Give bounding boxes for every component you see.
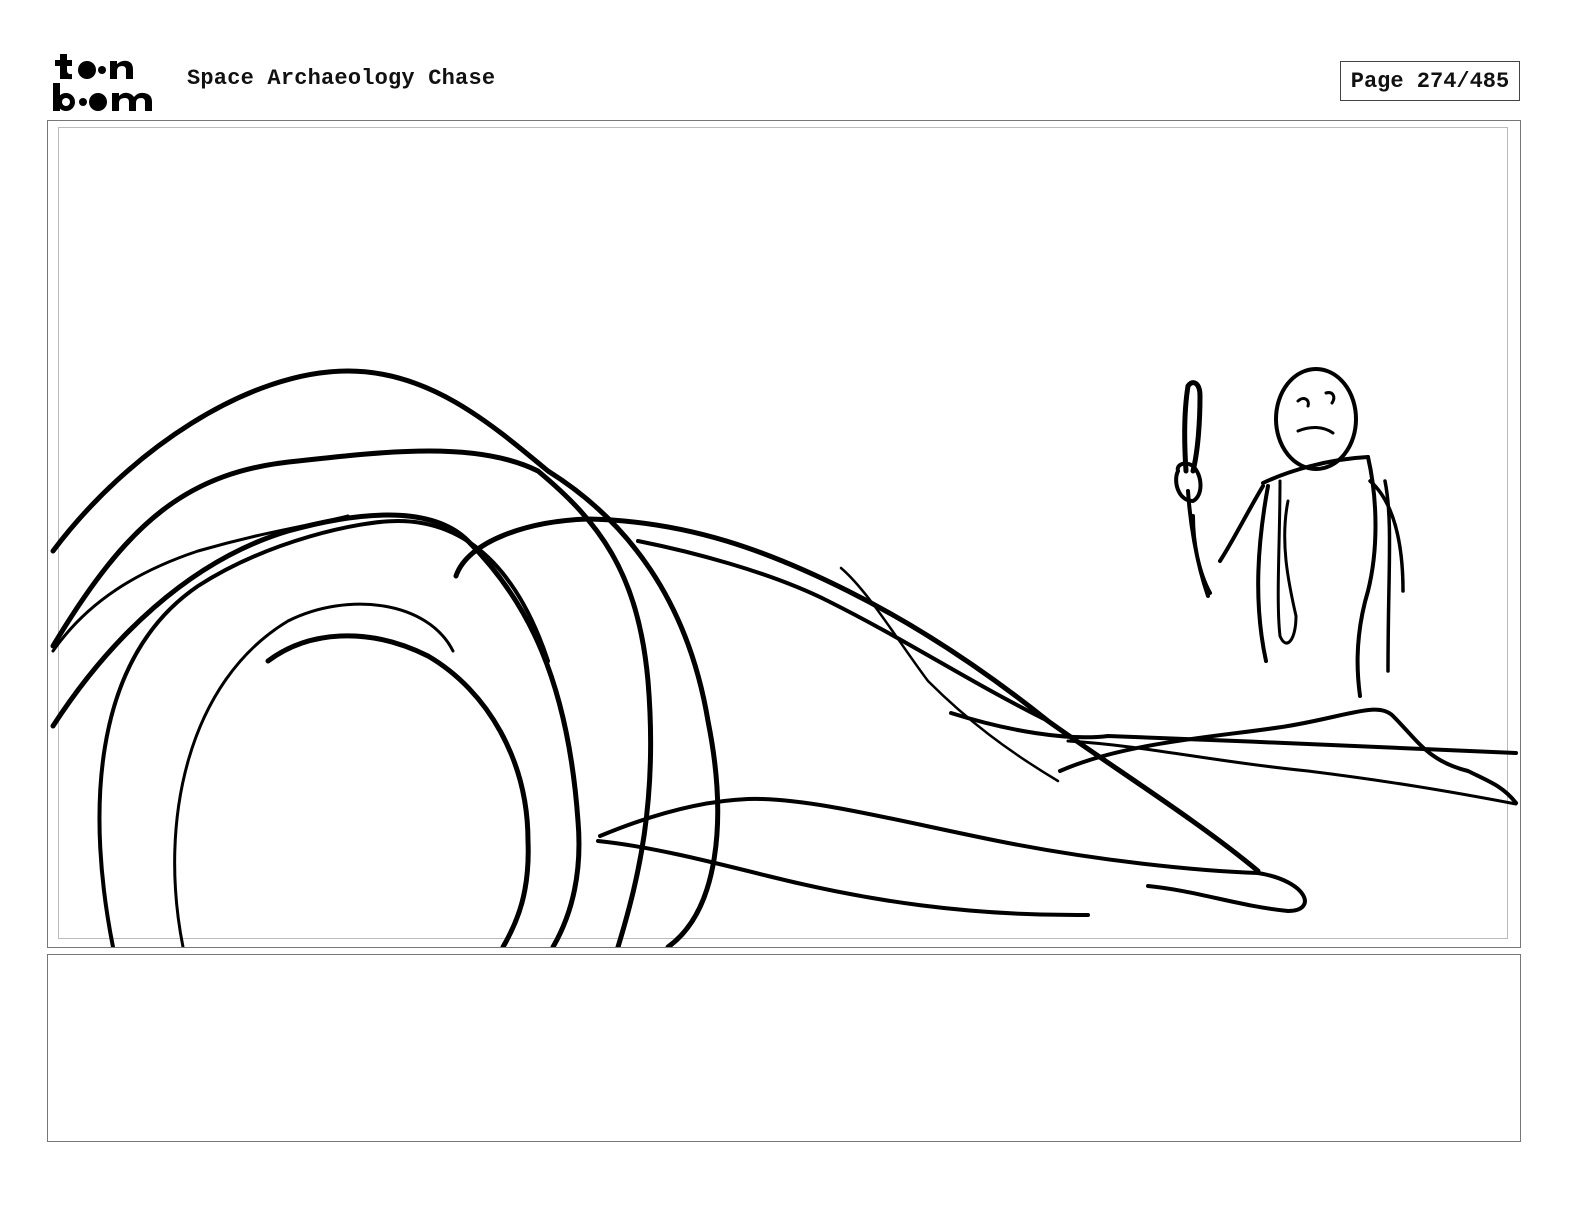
scene-title: Space Archaeology Chase bbox=[187, 66, 496, 91]
sketch-ridge-line bbox=[636, 539, 1050, 723]
character-head bbox=[1274, 367, 1358, 471]
sketch-ground-line-2 bbox=[1058, 707, 1518, 805]
storyboard-panel bbox=[47, 120, 1521, 948]
character-face bbox=[1296, 391, 1336, 435]
sketch-arc-fifth bbox=[97, 519, 550, 947]
sketch-fold bbox=[839, 566, 1060, 783]
character-arm-left bbox=[1218, 484, 1265, 563]
sketch-arc-outer bbox=[50, 368, 721, 947]
storyboard-sketch bbox=[50, 367, 1518, 947]
sketch-tunnel-outer bbox=[173, 602, 455, 947]
page-number: Page 274/485 bbox=[1340, 61, 1520, 101]
held-tool bbox=[1182, 380, 1203, 474]
character-figure bbox=[1174, 367, 1405, 698]
panel-notes bbox=[47, 954, 1521, 1142]
sketch-tunnel-inner bbox=[265, 633, 531, 947]
character-forearm bbox=[1186, 489, 1212, 598]
sketch-swoosh-lower bbox=[596, 839, 1090, 918]
character-body-left bbox=[1256, 484, 1270, 663]
toon-boom-logo bbox=[53, 54, 152, 111]
character-body-right bbox=[1355, 455, 1378, 698]
character-body-leg bbox=[1276, 479, 1298, 645]
